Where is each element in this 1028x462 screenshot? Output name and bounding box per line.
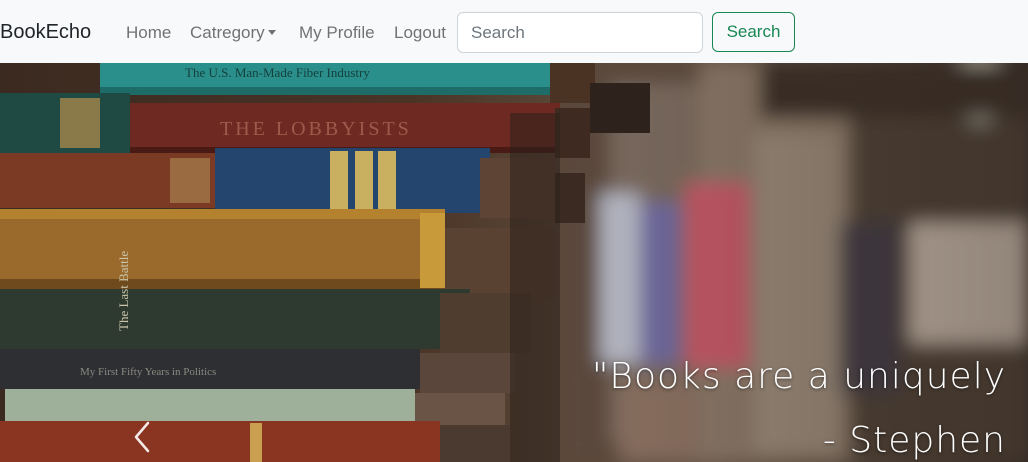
hero-quote: "Books are a uniquely - Stephen: [592, 345, 1006, 462]
nav-category-label: Catregory: [190, 23, 265, 42]
nav-profile-link[interactable]: My Profile: [299, 22, 375, 44]
brand-logo[interactable]: BookEcho: [0, 19, 91, 45]
caret-down-icon: [267, 30, 276, 35]
top-navbar: BookEcho Home Catregory My Profile Logou…: [0, 0, 1028, 63]
nav-category-dropdown[interactable]: Catregory: [190, 22, 276, 44]
chevron-left-icon: [134, 421, 150, 453]
search-button[interactable]: Search: [712, 12, 795, 52]
spine-title-last-battle: The Last Battle: [116, 251, 131, 331]
spine-title-fiber: The U.S. Man-Made Fiber Industry: [185, 65, 370, 80]
hero-carousel: The U.S. Man-Made Fiber Industry THE LOB…: [0, 63, 1028, 462]
quote-line-1: "Books are a uniquely: [591, 356, 1006, 397]
spine-title-lobbyists: THE LOBBYISTS: [220, 118, 412, 140]
carousel-prev-button[interactable]: [128, 417, 158, 457]
spine-title-fifty-years: My First Fifty Years in Politics: [80, 366, 216, 378]
quote-line-2: - Stephen: [822, 420, 1006, 461]
search-input[interactable]: [457, 12, 703, 53]
nav-home-link[interactable]: Home: [126, 22, 171, 44]
nav-logout-link[interactable]: Logout: [394, 22, 446, 44]
